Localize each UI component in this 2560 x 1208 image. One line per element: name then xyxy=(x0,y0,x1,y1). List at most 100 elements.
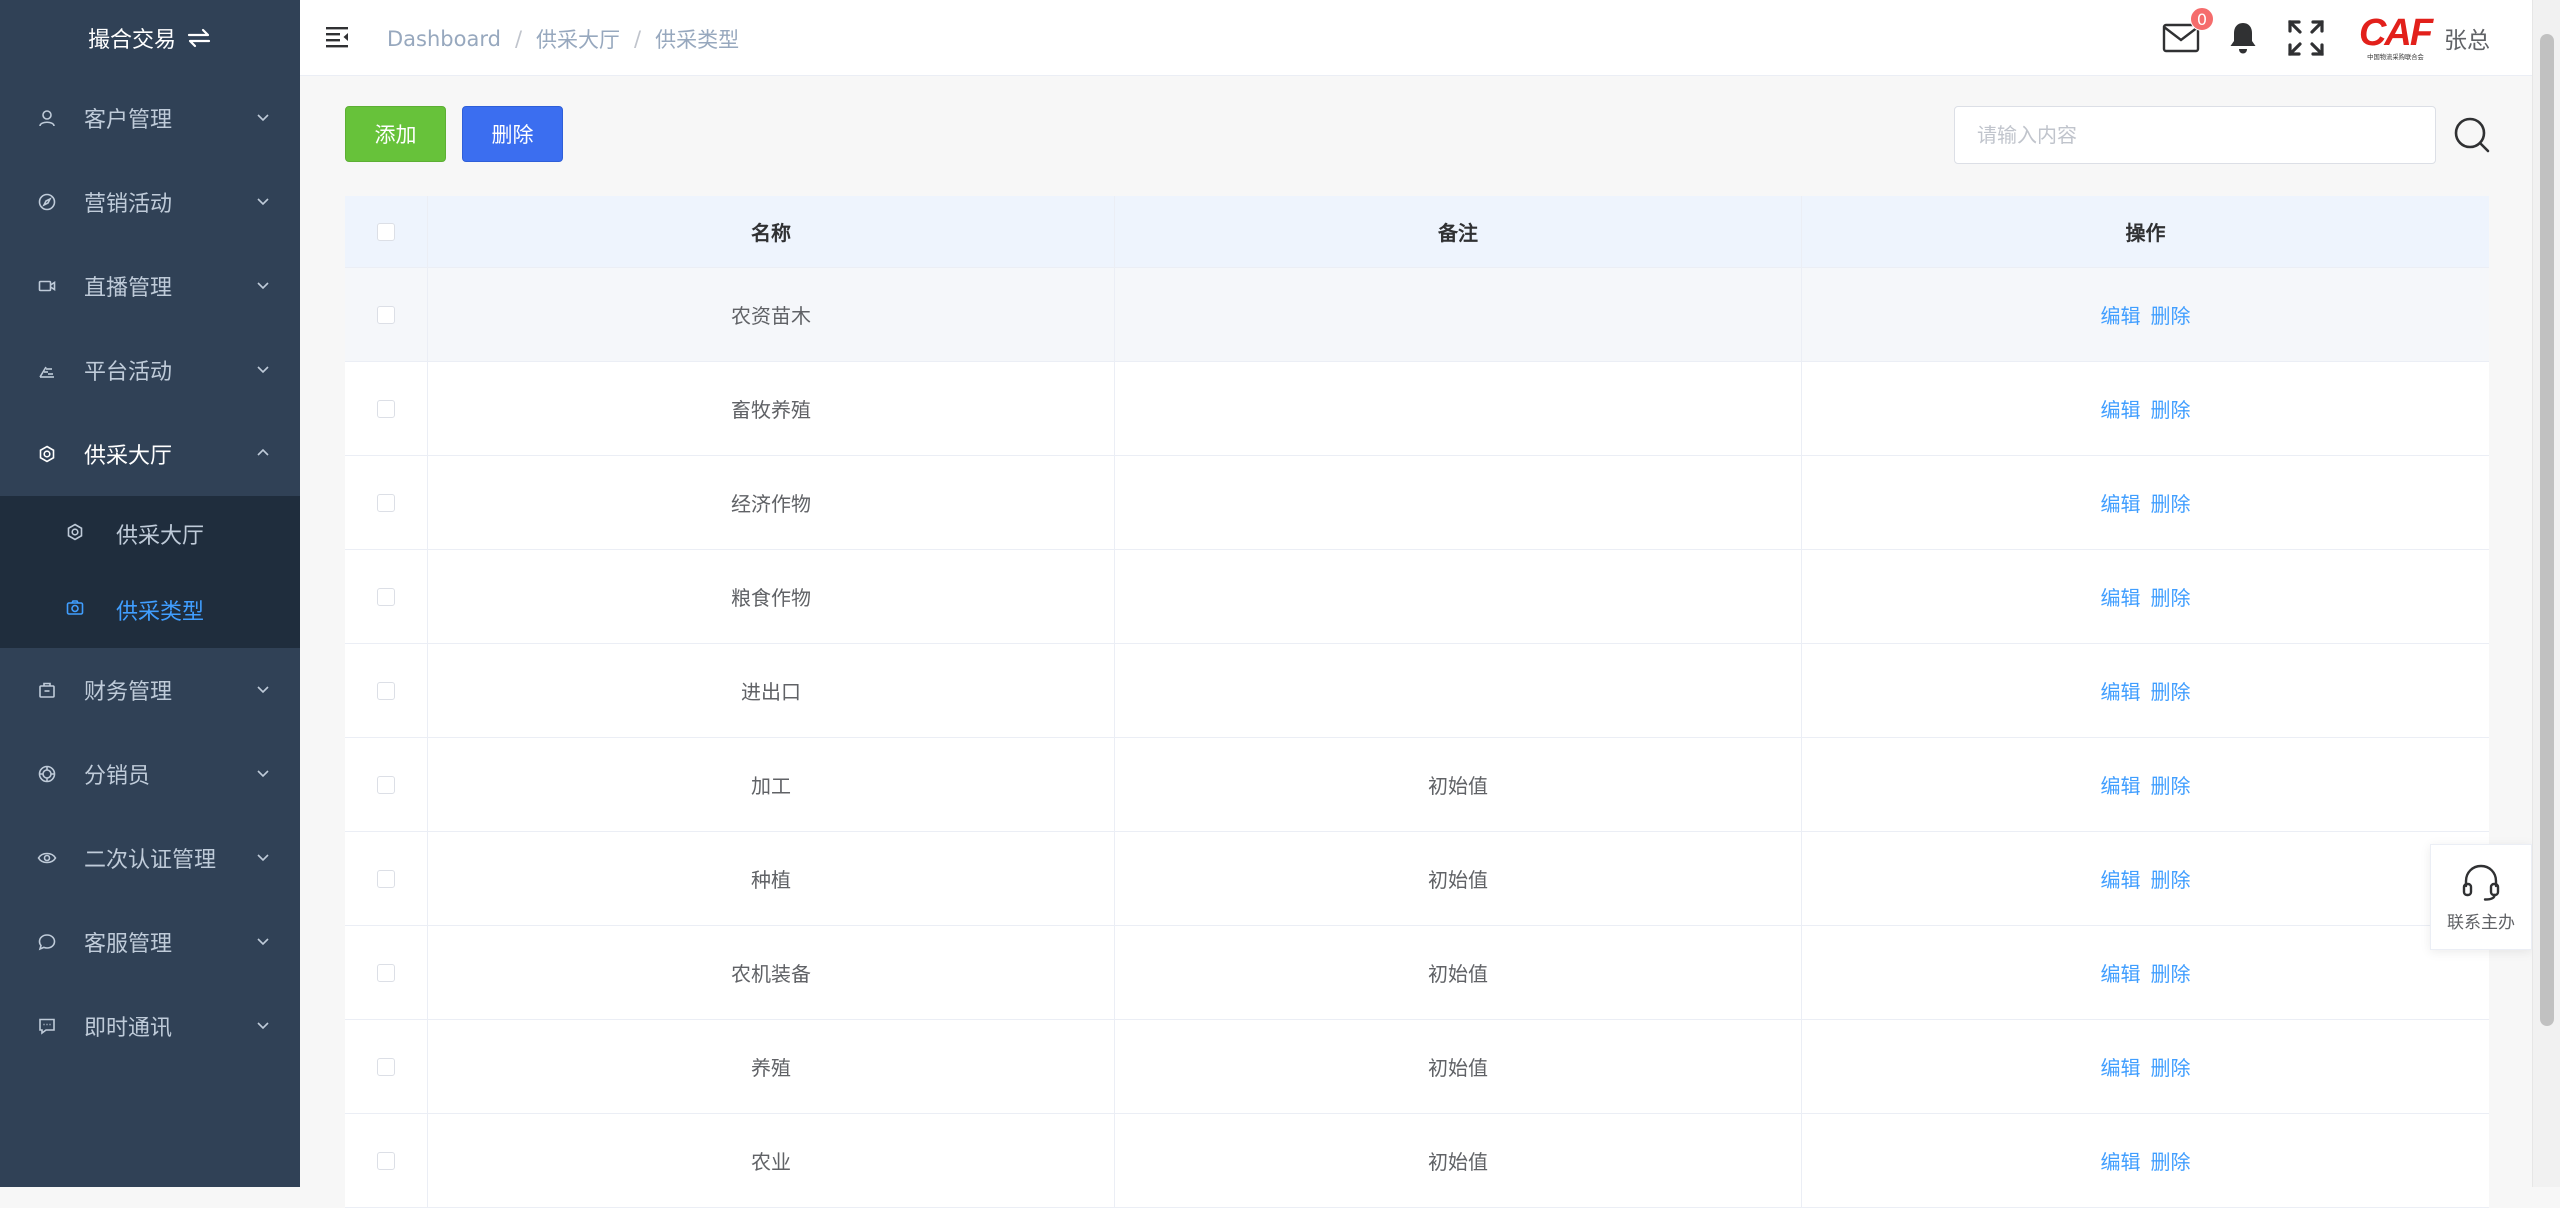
mail-badge: 0 xyxy=(2190,7,2214,31)
notification-button[interactable] xyxy=(2228,21,2258,55)
row-delete-link[interactable]: 删除 xyxy=(2151,864,2191,893)
table-row: 种植 初始值 编辑 删除 xyxy=(345,832,2489,926)
row-checkbox[interactable] xyxy=(377,493,395,512)
sidebar-item-label: 营销活动 xyxy=(84,192,173,217)
row-edit-link[interactable]: 编辑 xyxy=(2101,864,2141,893)
contact-organizer-widget[interactable]: 联系主办 xyxy=(2430,844,2532,950)
row-actions: 编辑 删除 xyxy=(1802,268,2489,361)
row-delete-link[interactable]: 删除 xyxy=(2151,582,2191,611)
row-name: 农机装备 xyxy=(428,926,1115,1019)
switch-icon[interactable] xyxy=(186,27,212,49)
row-checkbox[interactable] xyxy=(377,1151,395,1170)
row-checkbox[interactable] xyxy=(377,963,395,982)
table-row: 畜牧养殖 编辑 删除 xyxy=(345,362,2489,456)
row-note: 初始值 xyxy=(1115,832,1802,925)
row-edit-link[interactable]: 编辑 xyxy=(2101,1052,2141,1081)
user-icon xyxy=(36,107,58,129)
headset-icon xyxy=(2462,864,2500,901)
username[interactable]: 张总 xyxy=(2444,21,2490,55)
breadcrumb-item[interactable]: Dashboard xyxy=(387,27,501,51)
add-button[interactable]: 添加 xyxy=(345,106,446,162)
sidebar-item-im[interactable]: 即时通讯 xyxy=(0,984,300,1068)
search-input[interactable] xyxy=(1954,106,2436,164)
row-checkbox[interactable] xyxy=(377,399,395,418)
row-checkbox[interactable] xyxy=(377,1057,395,1076)
sidebar-item-label: 供采大厅 xyxy=(84,444,173,469)
mail-button[interactable]: 0 xyxy=(2162,7,2214,53)
row-name: 粮食作物 xyxy=(428,550,1115,643)
row-delete-link[interactable]: 删除 xyxy=(2151,488,2191,517)
logo-text: CAF xyxy=(2358,12,2433,54)
sidebar-item-second-auth[interactable]: 二次认证管理 xyxy=(0,816,300,900)
row-edit-link[interactable]: 编辑 xyxy=(2101,488,2141,517)
search-icon xyxy=(2454,117,2490,153)
sidebar-item-supply-hall[interactable]: 供采大厅 xyxy=(0,412,300,496)
chevron-down-icon xyxy=(257,1022,269,1030)
row-delete-link[interactable]: 删除 xyxy=(2151,1052,2191,1081)
fullscreen-button[interactable] xyxy=(2286,18,2326,58)
row-checkbox[interactable] xyxy=(377,775,395,794)
row-actions: 编辑 删除 xyxy=(1802,738,2489,831)
chart-icon xyxy=(36,359,58,381)
row-name: 农资苗木 xyxy=(428,268,1115,361)
row-checkbox[interactable] xyxy=(377,869,395,888)
sidebar-item-distributor[interactable]: 分销员 xyxy=(0,732,300,816)
sidebar-subitem-label: 供采大厅 xyxy=(116,524,205,549)
sidebar-item-label: 客服管理 xyxy=(84,932,173,957)
sidebar-brand[interactable]: 撮合交易 xyxy=(0,0,300,76)
sidebar-item-label: 直播管理 xyxy=(84,276,173,301)
row-edit-link[interactable]: 编辑 xyxy=(2101,676,2141,705)
sidebar-item-customer[interactable]: 客户管理 xyxy=(0,76,300,160)
row-checkbox[interactable] xyxy=(377,587,395,606)
row-delete-link[interactable]: 删除 xyxy=(2151,394,2191,423)
row-edit-link[interactable]: 编辑 xyxy=(2101,300,2141,329)
row-edit-link[interactable]: 编辑 xyxy=(2101,582,2141,611)
header-actions: 0 CAF 中国物流采购联合会 张总 xyxy=(2162,0,2532,76)
chevron-down-icon xyxy=(257,686,269,694)
row-checkbox[interactable] xyxy=(377,681,395,700)
row-delete-link[interactable]: 删除 xyxy=(2151,300,2191,329)
row-actions: 编辑 删除 xyxy=(1802,456,2489,549)
row-actions: 编辑 删除 xyxy=(1802,926,2489,1019)
row-delete-link[interactable]: 删除 xyxy=(2151,1146,2191,1175)
row-edit-link[interactable]: 编辑 xyxy=(2101,958,2141,987)
select-all-checkbox[interactable] xyxy=(377,222,395,241)
column-header-actions: 操作 xyxy=(2125,221,2166,245)
row-delete-link[interactable]: 删除 xyxy=(2151,958,2191,987)
sidebar-item-finance[interactable]: 财务管理 xyxy=(0,648,300,732)
bulk-delete-button[interactable]: 删除 xyxy=(462,106,563,162)
row-edit-link[interactable]: 编辑 xyxy=(2101,770,2141,799)
breadcrumb-item[interactable]: 供采大厅 xyxy=(536,24,620,54)
sidebar-item-live[interactable]: 直播管理 xyxy=(0,244,300,328)
row-actions: 编辑 删除 xyxy=(1802,1020,2489,1113)
row-checkbox-cell xyxy=(345,550,428,643)
row-actions: 编辑 删除 xyxy=(1802,644,2489,737)
gear-icon xyxy=(66,523,88,545)
row-delete-link[interactable]: 删除 xyxy=(2151,770,2191,799)
sidebar-subitem-supply-type[interactable]: 供采类型 xyxy=(0,572,300,648)
sidebar-item-marketing[interactable]: 营销活动 xyxy=(0,160,300,244)
page-scrollbar[interactable] xyxy=(2532,0,2560,1187)
sidebar-item-customer-service[interactable]: 客服管理 xyxy=(0,900,300,984)
hamburger-icon[interactable] xyxy=(326,26,350,48)
row-edit-link[interactable]: 编辑 xyxy=(2101,394,2141,423)
chevron-down-icon xyxy=(257,854,269,862)
eye-icon xyxy=(36,847,58,869)
sidebar-subitem-supply-hall[interactable]: 供采大厅 xyxy=(0,496,300,572)
row-actions: 编辑 删除 xyxy=(1802,1114,2489,1207)
row-note: 初始值 xyxy=(1115,926,1802,1019)
message-icon xyxy=(36,1015,58,1037)
scrollbar-thumb[interactable] xyxy=(2540,34,2554,1026)
row-edit-link[interactable]: 编辑 xyxy=(2101,1146,2141,1175)
sidebar-item-platform[interactable]: 平台活动 xyxy=(0,328,300,412)
row-checkbox-cell xyxy=(345,268,428,361)
chevron-down-icon xyxy=(257,198,269,206)
row-checkbox[interactable] xyxy=(377,305,395,324)
row-delete-link[interactable]: 删除 xyxy=(2151,676,2191,705)
chevron-down-icon xyxy=(257,938,269,946)
search-button[interactable] xyxy=(2451,114,2493,156)
row-checkbox-cell xyxy=(345,644,428,737)
row-note: 初始值 xyxy=(1115,1114,1802,1207)
breadcrumb-separator: / xyxy=(634,27,642,51)
logo-subtext: 中国物流采购联合会 xyxy=(2366,53,2424,61)
